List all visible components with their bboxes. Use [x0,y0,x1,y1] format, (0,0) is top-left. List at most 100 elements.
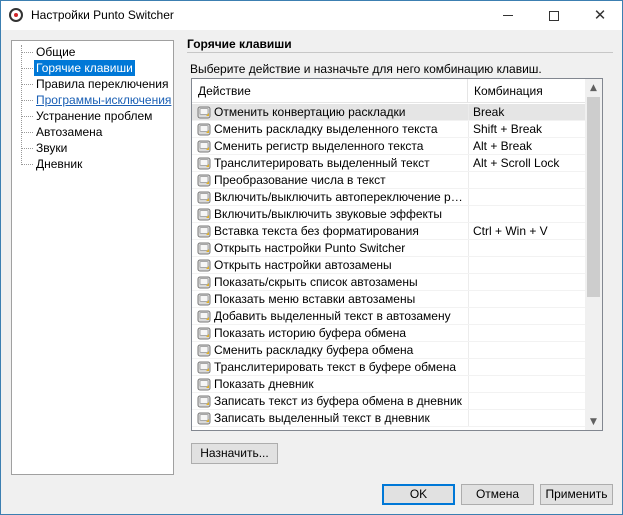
column-separator [468,240,469,257]
nav-item-label: Общие [36,45,76,59]
column-separator [468,308,469,325]
column-header-action[interactable]: Действие [192,79,468,103]
column-separator [468,342,469,359]
table-row[interactable]: Добавить выделенный текст в автозамену [192,308,585,325]
panel-divider [187,52,613,53]
combination-cell: Break [473,105,505,119]
table-row[interactable]: Преобразование числа в текст [192,172,585,189]
column-separator [468,121,469,138]
keyboard-key-icon [197,174,211,187]
keyboard-key-icon [197,361,211,374]
column-header-combination[interactable]: Комбинация [468,79,585,103]
column-separator [468,325,469,342]
nav-item-label: Программы-исключения [36,93,172,107]
column-separator [468,257,469,274]
table-row[interactable]: Показать/скрыть список автозамены [192,274,585,291]
table-row[interactable]: Сменить регистр выделенного текста Alt + … [192,138,585,155]
table-row[interactable]: Сменить раскладку буфера обмена [192,342,585,359]
action-cell: Записать выделенный текст в дневник [214,411,430,425]
column-separator [468,223,469,240]
nav-item-label: Горячие клавиши [34,60,135,76]
scroll-down-icon[interactable]: ▼ [585,413,602,430]
combination-cell: Ctrl + Win + V [473,224,548,238]
close-button[interactable]: ✕ [577,1,623,30]
maximize-icon [549,10,559,21]
hotkey-list[interactable]: Действие Комбинация Отменить конвертацию… [191,78,603,431]
tree-branch [21,84,33,85]
keyboard-key-icon [197,276,211,289]
column-separator [468,393,469,410]
combination-cell: Alt + Scroll Lock [473,156,560,170]
title-bar[interactable]: Настройки Punto Switcher ✕ [1,1,622,30]
table-row[interactable]: Открыть настройки Punto Switcher [192,240,585,257]
action-cell: Сменить раскладку буфера обмена [214,343,414,357]
minimize-icon [503,15,513,16]
settings-window: Настройки Punto Switcher ✕ Общие Горячие … [0,0,623,515]
action-cell: Записать текст из буфера обмена в дневни… [214,394,462,408]
action-cell: Отменить конвертацию раскладки [214,105,406,119]
keyboard-key-icon [197,395,211,408]
vertical-scrollbar[interactable]: ▲ ▼ [585,79,602,430]
table-row[interactable]: Показать меню вставки автозамены [192,291,585,308]
tree-branch [21,164,33,165]
table-row[interactable]: Включить/выключить звуковые эффекты [192,206,585,223]
action-cell: Показать/скрыть список автозамены [214,275,418,289]
nav-item-label: Устранение проблем [36,109,153,123]
column-separator [468,274,469,291]
column-separator [468,376,469,393]
keyboard-key-icon [197,344,211,357]
table-row[interactable]: Записать выделенный текст в дневник [192,410,585,427]
ok-button[interactable]: OK [382,484,455,505]
table-row[interactable]: Записать текст из буфера обмена в дневни… [192,393,585,410]
column-separator [468,189,469,206]
tree-connector [21,45,22,165]
action-cell: Включить/выключить звуковые эффекты [214,207,443,221]
keyboard-key-icon [197,242,211,255]
keyboard-key-icon [197,378,211,391]
minimize-button[interactable] [485,1,531,30]
combination-cell: Alt + Break [473,139,533,153]
column-separator [468,410,469,427]
list-rows: Отменить конвертацию раскладки Break Смени… [192,104,585,427]
cancel-button[interactable]: Отмена [461,484,534,505]
maximize-button[interactable] [531,1,577,30]
action-cell: Транслитерировать текст в буфере обмена [214,360,456,374]
action-cell: Вставка текста без форматирования [214,224,419,238]
table-row[interactable]: Транслитерировать текст в буфере обмена [192,359,585,376]
action-cell: Открыть настройки автозамены [214,258,392,272]
table-row[interactable]: Показать историю буфера обмена [192,325,585,342]
table-row[interactable]: Вставка текста без форматирования Ctrl + … [192,223,585,240]
table-row[interactable]: Включить/выключить автопереключение рас.… [192,189,585,206]
table-row[interactable]: Транслитерировать выделенный текст Alt + … [192,155,585,172]
table-row[interactable]: Показать дневник [192,376,585,393]
action-cell: Показать меню вставки автозамены [214,292,416,306]
scroll-up-icon[interactable]: ▲ [585,79,602,96]
nav-item-label: Автозамена [36,125,103,139]
keyboard-key-icon [197,123,211,136]
settings-nav-tree: Общие Горячие клавиши Правила переключения… [11,40,174,475]
keyboard-key-icon [197,140,211,153]
nav-item-label: Правила переключения [36,77,169,91]
table-row[interactable]: Отменить конвертацию раскладки Break [192,104,585,121]
column-separator [468,104,469,121]
panel-title: Горячие клавиши [187,37,292,51]
apply-button[interactable]: Применить [540,484,613,505]
keyboard-key-icon [197,259,211,272]
column-separator [468,291,469,308]
column-separator [468,155,469,172]
list-header: Действие Комбинация [192,79,585,103]
tree-branch [21,148,33,149]
scroll-thumb[interactable] [587,97,600,297]
table-row[interactable]: Открыть настройки автозамены [192,257,585,274]
column-separator [468,359,469,376]
keyboard-key-icon [197,310,211,323]
keyboard-key-icon [197,412,211,425]
assign-button[interactable]: Назначить... [191,443,278,464]
tree-branch [21,116,33,117]
close-icon: ✕ [593,6,607,24]
punto-switcher-icon [9,8,23,22]
table-row[interactable]: Сменить раскладку выделенного текста Shif… [192,121,585,138]
keyboard-key-icon [197,157,211,170]
tree-branch [21,132,33,133]
action-cell: Открыть настройки Punto Switcher [214,241,406,255]
